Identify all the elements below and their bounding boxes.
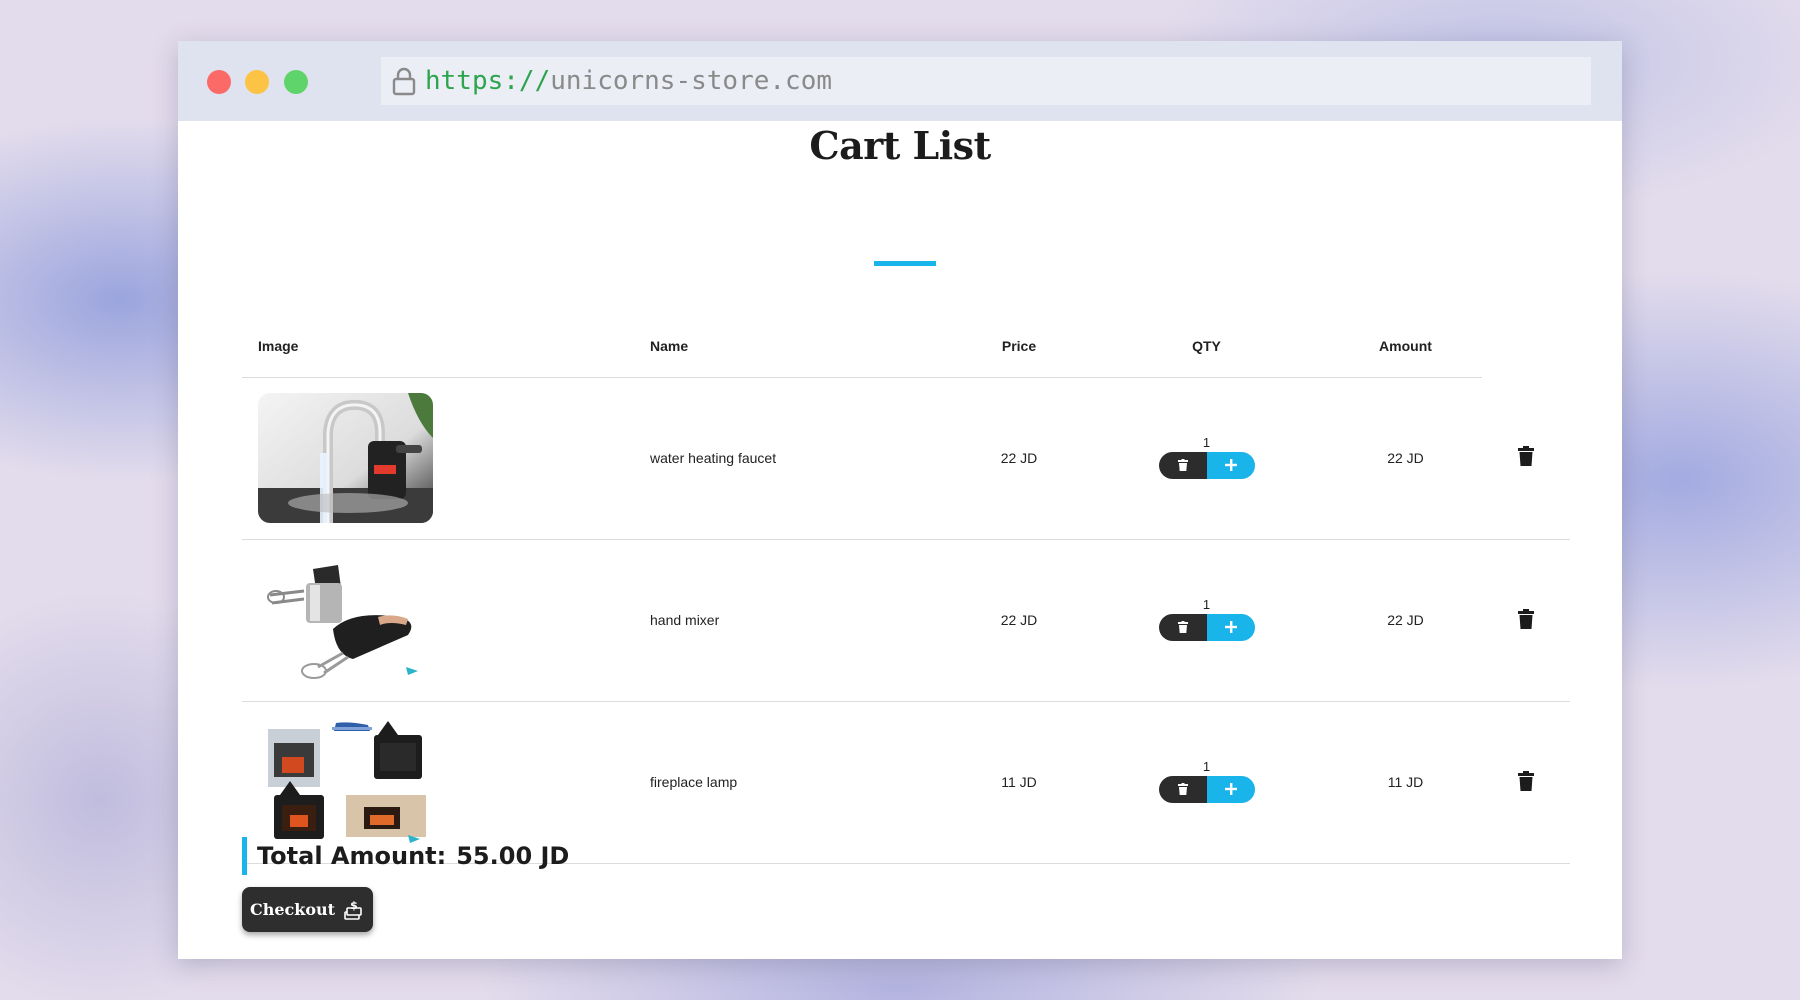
page-title: Cart List [809, 123, 991, 168]
browser-titlebar: https://unicorns-store.com [178, 41, 1622, 121]
total-value: 55.00 JD [456, 842, 570, 870]
quantity-stepper: 1 [1158, 434, 1255, 479]
fireplace-lamp-image [258, 717, 433, 847]
product-name: hand mixer [634, 539, 954, 702]
total-amount: Total Amount: 55.00 JD [242, 837, 569, 875]
header-name: Name [634, 315, 954, 378]
title-underline [874, 261, 936, 266]
trash-icon [1177, 459, 1188, 471]
minimize-window-button[interactable] [245, 70, 269, 94]
cart-page: Cart List Image Name Price QTY Amount wa… [178, 121, 1622, 959]
product-image-cell [242, 377, 634, 540]
table-header-row: Image Name Price QTY Amount [242, 315, 1570, 378]
product-price: 11 JD [954, 701, 1084, 864]
plus-icon [1224, 621, 1237, 633]
svg-text:$: $ [350, 899, 358, 912]
remove-item-button[interactable] [1518, 770, 1534, 791]
money-stack-icon: $ [344, 899, 362, 920]
url-host: unicorns-store.com [550, 66, 832, 96]
table-row: water heating faucet 22 JD 1 22 JD [242, 377, 1570, 540]
plus-icon [1224, 783, 1237, 795]
trash-icon [1177, 783, 1188, 795]
quantity-stepper: 1 [1158, 758, 1255, 803]
maximize-window-button[interactable] [284, 70, 308, 94]
delete-cell [1482, 701, 1570, 864]
delete-cell [1482, 539, 1570, 702]
decrease-qty-button[interactable] [1158, 613, 1207, 641]
header-price: Price [954, 315, 1084, 378]
hand-mixer-image [258, 555, 433, 685]
browser-window: https://unicorns-store.com Cart List Ima… [178, 41, 1622, 959]
product-image-cell [242, 539, 634, 702]
product-amount: 22 JD [1329, 377, 1482, 540]
table-row: hand mixer 22 JD 1 22 JD [242, 539, 1570, 702]
qty-value: 1 [1202, 758, 1211, 774]
trash-icon [1177, 621, 1188, 633]
url-scheme: https:// [425, 66, 551, 96]
remove-item-button[interactable] [1518, 608, 1534, 629]
delete-cell [1482, 377, 1570, 540]
qty-buttons [1158, 613, 1255, 641]
header-delete [1482, 315, 1570, 377]
trash-icon [1518, 446, 1534, 467]
plus-icon [1224, 459, 1237, 471]
remove-item-button[interactable] [1518, 446, 1534, 467]
total-label: Total Amount: [257, 842, 447, 870]
increase-qty-button[interactable] [1206, 451, 1255, 479]
qty-buttons [1158, 451, 1255, 479]
product-price: 22 JD [954, 539, 1084, 702]
header-amount: Amount [1329, 315, 1482, 378]
lock-icon [392, 67, 416, 96]
product-price: 22 JD [954, 377, 1084, 540]
qty-buttons [1158, 775, 1255, 803]
qty-cell: 1 [1084, 701, 1329, 864]
trash-icon [1518, 770, 1534, 791]
decrease-qty-button[interactable] [1158, 451, 1207, 479]
product-amount: 22 JD [1329, 539, 1482, 702]
product-name: fireplace lamp [634, 701, 954, 864]
qty-cell: 1 [1084, 377, 1329, 540]
close-window-button[interactable] [207, 70, 231, 94]
decrease-qty-button[interactable] [1158, 775, 1207, 803]
qty-cell: 1 [1084, 539, 1329, 702]
water-heating-faucet-image [258, 393, 433, 523]
quantity-stepper: 1 [1158, 596, 1255, 641]
qty-value: 1 [1202, 596, 1211, 612]
qty-value: 1 [1202, 434, 1211, 450]
increase-qty-button[interactable] [1206, 775, 1255, 803]
product-amount: 11 JD [1329, 701, 1482, 864]
trash-icon [1518, 608, 1534, 629]
header-qty: QTY [1084, 315, 1329, 378]
header-image: Image [242, 315, 634, 378]
address-bar[interactable]: https://unicorns-store.com [381, 57, 1591, 105]
product-name: water heating faucet [634, 377, 954, 540]
increase-qty-button[interactable] [1206, 613, 1255, 641]
cart-table: Image Name Price QTY Amount water heatin… [242, 315, 1570, 864]
checkout-label: Checkout [249, 900, 336, 919]
checkout-button[interactable]: Checkout $ [242, 887, 373, 932]
